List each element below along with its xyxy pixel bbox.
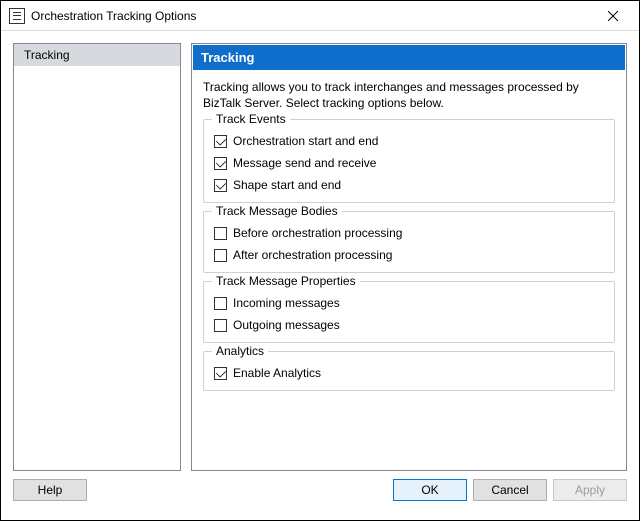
group-title: Track Events [212,112,290,126]
option-label: Before orchestration processing [233,226,402,240]
checkbox-icon [214,179,227,192]
group-title: Analytics [212,344,268,358]
titlebar: Orchestration Tracking Options [1,1,639,31]
panel-body: Tracking allows you to track interchange… [193,70,625,403]
option-incoming-messages[interactable]: Incoming messages [214,296,604,310]
option-shape-start-end[interactable]: Shape start and end [214,178,604,192]
checkbox-icon [214,249,227,262]
help-button[interactable]: Help [13,479,87,501]
settings-panel: Tracking Tracking allows you to track in… [191,43,627,471]
apply-button[interactable]: Apply [553,479,627,501]
option-orchestration-start-end[interactable]: Orchestration start and end [214,134,604,148]
close-button[interactable] [591,2,635,30]
window-title: Orchestration Tracking Options [31,9,591,23]
cancel-button[interactable]: Cancel [473,479,547,501]
option-enable-analytics[interactable]: Enable Analytics [214,366,604,380]
option-before-orchestration[interactable]: Before orchestration processing [214,226,604,240]
option-label: Outgoing messages [233,318,340,332]
option-label: After orchestration processing [233,248,392,262]
group-title: Track Message Bodies [212,204,342,218]
group-track-message-properties: Track Message Properties Incoming messag… [203,281,615,343]
option-label: Orchestration start and end [233,134,378,148]
option-message-send-receive[interactable]: Message send and receive [214,156,604,170]
option-label: Message send and receive [233,156,376,170]
checkbox-icon [214,135,227,148]
content-area: Tracking Tracking Tracking allows you to… [1,31,639,471]
checkbox-icon [214,297,227,310]
option-label: Shape start and end [233,178,341,192]
option-outgoing-messages[interactable]: Outgoing messages [214,318,604,332]
group-title: Track Message Properties [212,274,360,288]
option-label: Incoming messages [233,296,340,310]
checkbox-icon [214,319,227,332]
option-after-orchestration[interactable]: After orchestration processing [214,248,604,262]
group-track-events: Track Events Orchestration start and end… [203,119,615,203]
nav-panel: Tracking [13,43,181,471]
checkbox-icon [214,227,227,240]
checkbox-icon [214,367,227,380]
option-label: Enable Analytics [233,366,321,380]
close-icon [608,11,618,21]
footer-right: OK Cancel Apply [393,479,627,501]
ok-button[interactable]: OK [393,479,467,501]
group-analytics: Analytics Enable Analytics [203,351,615,391]
checkbox-icon [214,157,227,170]
nav-item-tracking[interactable]: Tracking [14,44,180,66]
footer: Help OK Cancel Apply [1,471,639,509]
app-icon [9,8,25,24]
panel-header: Tracking [193,45,625,70]
panel-description: Tracking allows you to track interchange… [203,79,615,111]
group-track-message-bodies: Track Message Bodies Before orchestratio… [203,211,615,273]
